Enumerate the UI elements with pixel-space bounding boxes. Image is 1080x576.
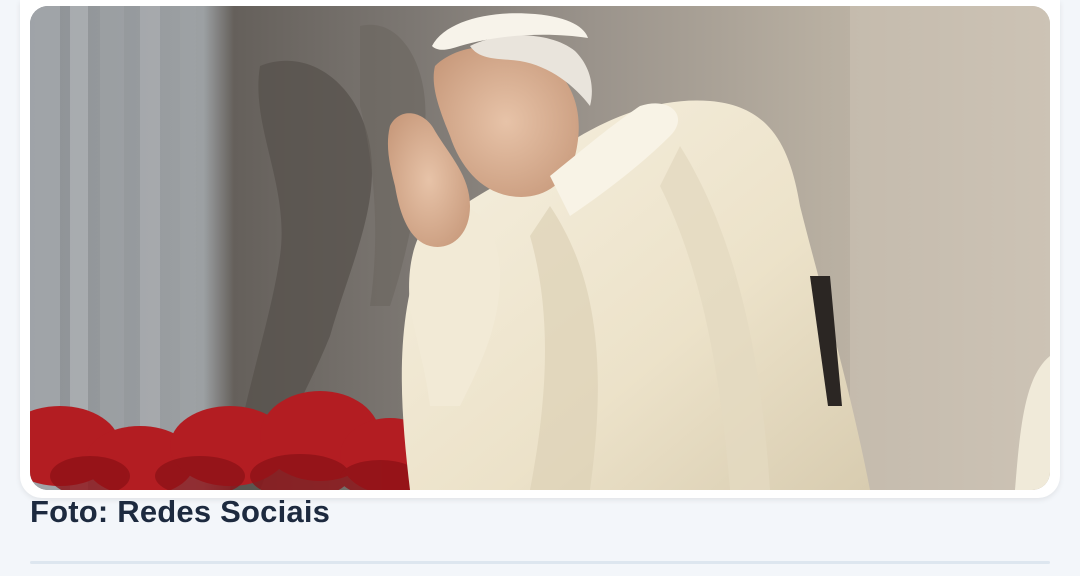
article-photo[interactable] (30, 6, 1050, 490)
section-divider (30, 561, 1050, 564)
photo-caption: Foto: Redes Sociais (30, 494, 331, 529)
article-photo-card (20, 0, 1060, 498)
photo-illustration (30, 6, 1050, 490)
